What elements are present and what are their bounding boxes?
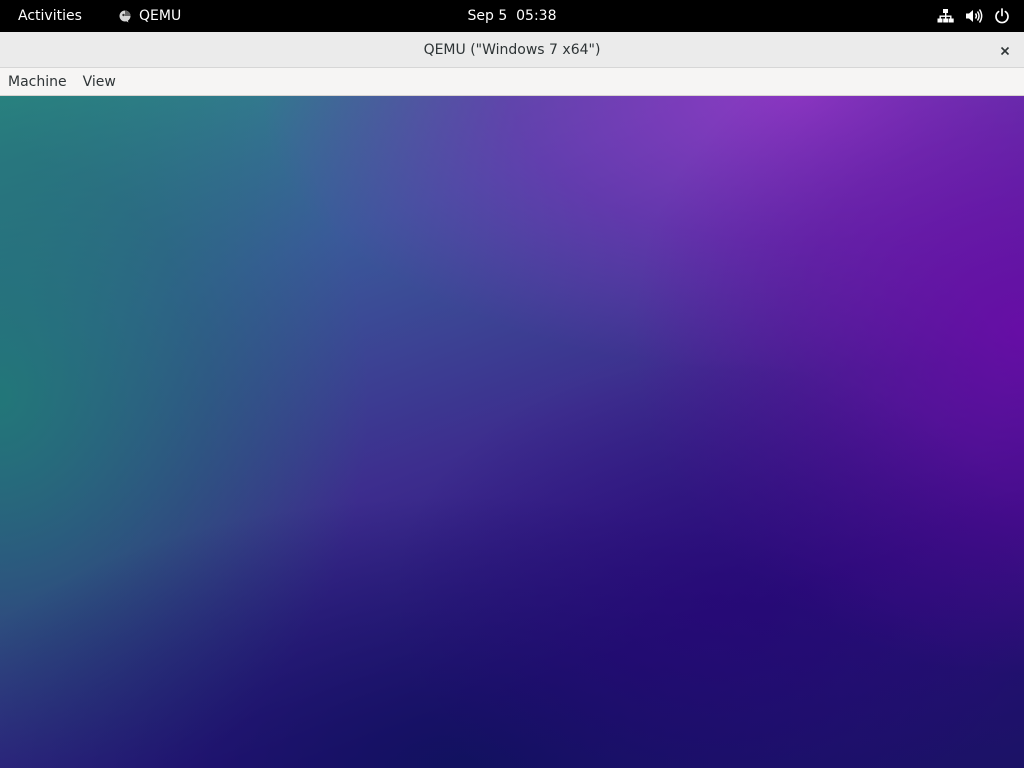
qemu-app-icon	[118, 9, 132, 23]
menu-view[interactable]: View	[75, 68, 124, 96]
desktop-screen: Activities QEMU Sep 5 05:38 QEMU ("Windo…	[0, 0, 1024, 768]
menubar: Machine View	[0, 68, 1024, 96]
guest-display[interactable]	[0, 96, 1024, 768]
clock-button[interactable]: Sep 5 05:38	[468, 8, 557, 24]
network-wired-icon[interactable]	[937, 8, 954, 24]
window-titlebar[interactable]: QEMU ("Windows 7 x64")	[0, 32, 1024, 68]
activities-button[interactable]: Activities	[18, 0, 82, 32]
close-button[interactable]	[994, 39, 1016, 61]
close-icon	[1000, 41, 1010, 60]
app-menu-label: QEMU	[139, 8, 182, 24]
power-icon[interactable]	[994, 8, 1010, 24]
top-bar: Activities QEMU Sep 5 05:38	[0, 0, 1024, 32]
volume-icon[interactable]	[965, 8, 983, 24]
app-menu-button[interactable]: QEMU	[118, 0, 181, 32]
window-title: QEMU ("Windows 7 x64")	[423, 42, 601, 58]
wallpaper-deep-shade	[0, 96, 1024, 768]
system-tray[interactable]	[937, 0, 1010, 32]
menu-machine[interactable]: Machine	[0, 68, 75, 96]
